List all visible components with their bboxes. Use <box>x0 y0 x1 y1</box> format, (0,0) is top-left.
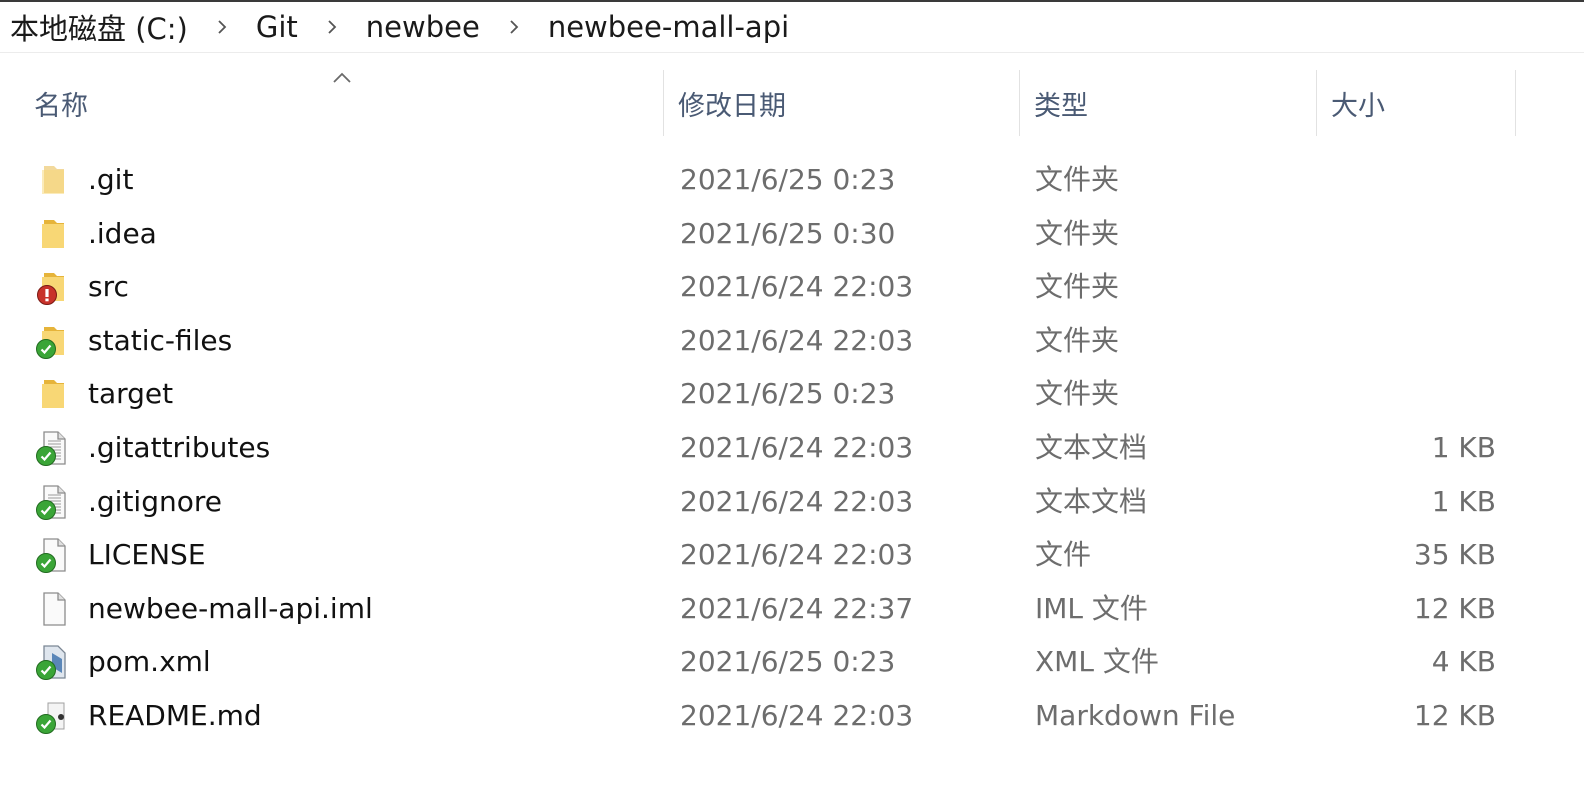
file-type: 文件夹 <box>1035 216 1120 250</box>
file-type: 文件夹 <box>1035 163 1120 196</box>
file-modified-date: 2021/6/25 0:23 <box>680 377 896 411</box>
folder-hidden-icon <box>34 161 72 199</box>
breadcrumb-item-git[interactable]: Git <box>250 10 304 44</box>
file-modified-date: 2021/6/24 22:03 <box>680 698 914 732</box>
xml-file-committed-icon <box>34 643 72 681</box>
file-modified-date: 2021/6/24 22:03 <box>680 538 914 572</box>
file-row[interactable]: target 2021/6/25 0:23 文件夹 <box>0 367 1584 421</box>
file-modified-date: 2021/6/24 22:03 <box>680 430 914 464</box>
file-list: .git 2021/6/25 0:23 文件夹 .idea 2021/6/25 0:30… <box>0 153 1584 743</box>
file-name: .gitattributes <box>88 430 271 464</box>
file-size: 12 KB <box>1413 591 1496 625</box>
column-header-name[interactable]: 名称 <box>20 70 664 136</box>
file-name: .idea <box>88 216 157 250</box>
breadcrumb: 本地磁盘 (C:) Git newbee newbee-mall-api <box>0 2 1584 53</box>
file-name: .gitignore <box>88 484 222 518</box>
file-type: 文件夹 <box>1035 270 1120 304</box>
file-size: 12 KB <box>1413 698 1496 732</box>
file-type: 文件夹 <box>1035 377 1120 411</box>
file-size: 35 KB <box>1413 538 1496 572</box>
file-modified-date: 2021/6/24 22:37 <box>680 591 914 625</box>
file-row[interactable]: static-files 2021/6/24 22:03 文件夹 <box>0 314 1584 368</box>
file-type: IML 文件 <box>1035 591 1148 625</box>
folder-icon <box>34 215 72 253</box>
file-size: 4 KB <box>1431 645 1496 679</box>
file-type: 文本文档 <box>1035 484 1148 518</box>
markdown-file-committed-icon <box>34 697 72 735</box>
breadcrumb-item-current[interactable]: newbee-mall-api <box>542 10 795 44</box>
text-file-committed-icon <box>34 429 72 467</box>
file-size <box>1330 260 1496 314</box>
file-name: pom.xml <box>88 645 211 679</box>
file-row[interactable]: src 2021/6/24 22:03 文件夹 <box>0 260 1584 314</box>
file-modified-date: 2021/6/24 22:03 <box>680 270 914 304</box>
column-header-modified[interactable]: 修改日期 <box>664 70 1020 136</box>
file-name: static-files <box>88 323 233 357</box>
file-name: LICENSE <box>88 538 206 572</box>
file-modified-date: 2021/6/25 0:23 <box>680 645 896 679</box>
file-row[interactable]: newbee-mall-api.iml 2021/6/24 22:37 IML 文件… <box>0 582 1584 636</box>
file-type: XML 文件 <box>1035 645 1159 679</box>
file-size <box>1330 207 1496 261</box>
column-header-row: 名称 修改日期 类型 大小 <box>0 70 1584 136</box>
breadcrumb-item-drive[interactable]: 本地磁盘 (C:) <box>0 6 194 48</box>
file-name: README.md <box>88 698 262 732</box>
chevron-right-icon[interactable] <box>194 18 250 36</box>
file-size <box>1330 314 1496 368</box>
chevron-right-icon[interactable] <box>304 18 360 36</box>
file-row[interactable]: .idea 2021/6/25 0:30 文件夹 <box>0 207 1584 261</box>
file-type: Markdown File <box>1035 698 1236 732</box>
file-row[interactable]: README.md 2021/6/24 22:03 Markdown File 12 … <box>0 689 1584 743</box>
file-icon <box>34 590 72 628</box>
file-modified-date: 2021/6/25 0:23 <box>680 163 896 196</box>
file-type: 文件 <box>1035 538 1092 572</box>
file-name: newbee-mall-api.iml <box>88 591 373 625</box>
folder-modified-icon <box>34 268 72 306</box>
file-type: 文本文档 <box>1035 430 1148 464</box>
file-name: src <box>88 270 129 304</box>
file-type: 文件夹 <box>1035 323 1120 357</box>
file-committed-icon <box>34 536 72 574</box>
file-row[interactable]: pom.xml 2021/6/25 0:23 XML 文件 4 KB <box>0 635 1584 689</box>
file-size: 1 KB <box>1431 430 1496 464</box>
column-header-size[interactable]: 大小 <box>1317 70 1516 136</box>
text-file-committed-icon <box>34 483 72 521</box>
file-row[interactable]: LICENSE 2021/6/24 22:03 文件 35 KB <box>0 528 1584 582</box>
file-name: .git <box>88 163 134 196</box>
folder-icon <box>34 375 72 413</box>
file-name: target <box>88 377 174 411</box>
chevron-right-icon[interactable] <box>486 18 542 36</box>
folder-committed-icon <box>34 322 72 360</box>
file-modified-date: 2021/6/24 22:03 <box>680 323 914 357</box>
file-modified-date: 2021/6/24 22:03 <box>680 484 914 518</box>
file-modified-date: 2021/6/25 0:30 <box>680 216 896 250</box>
column-header-type[interactable]: 类型 <box>1020 70 1317 136</box>
file-row[interactable]: .gitignore 2021/6/24 22:03 文本文档 1 KB <box>0 475 1584 529</box>
file-row[interactable]: .gitattributes 2021/6/24 22:03 文本文档 1 KB <box>0 421 1584 475</box>
file-size <box>1330 153 1496 207</box>
file-size: 1 KB <box>1431 484 1496 518</box>
file-size <box>1330 367 1496 421</box>
file-row[interactable]: .git 2021/6/25 0:23 文件夹 <box>0 153 1584 207</box>
breadcrumb-item-newbee[interactable]: newbee <box>360 10 486 44</box>
